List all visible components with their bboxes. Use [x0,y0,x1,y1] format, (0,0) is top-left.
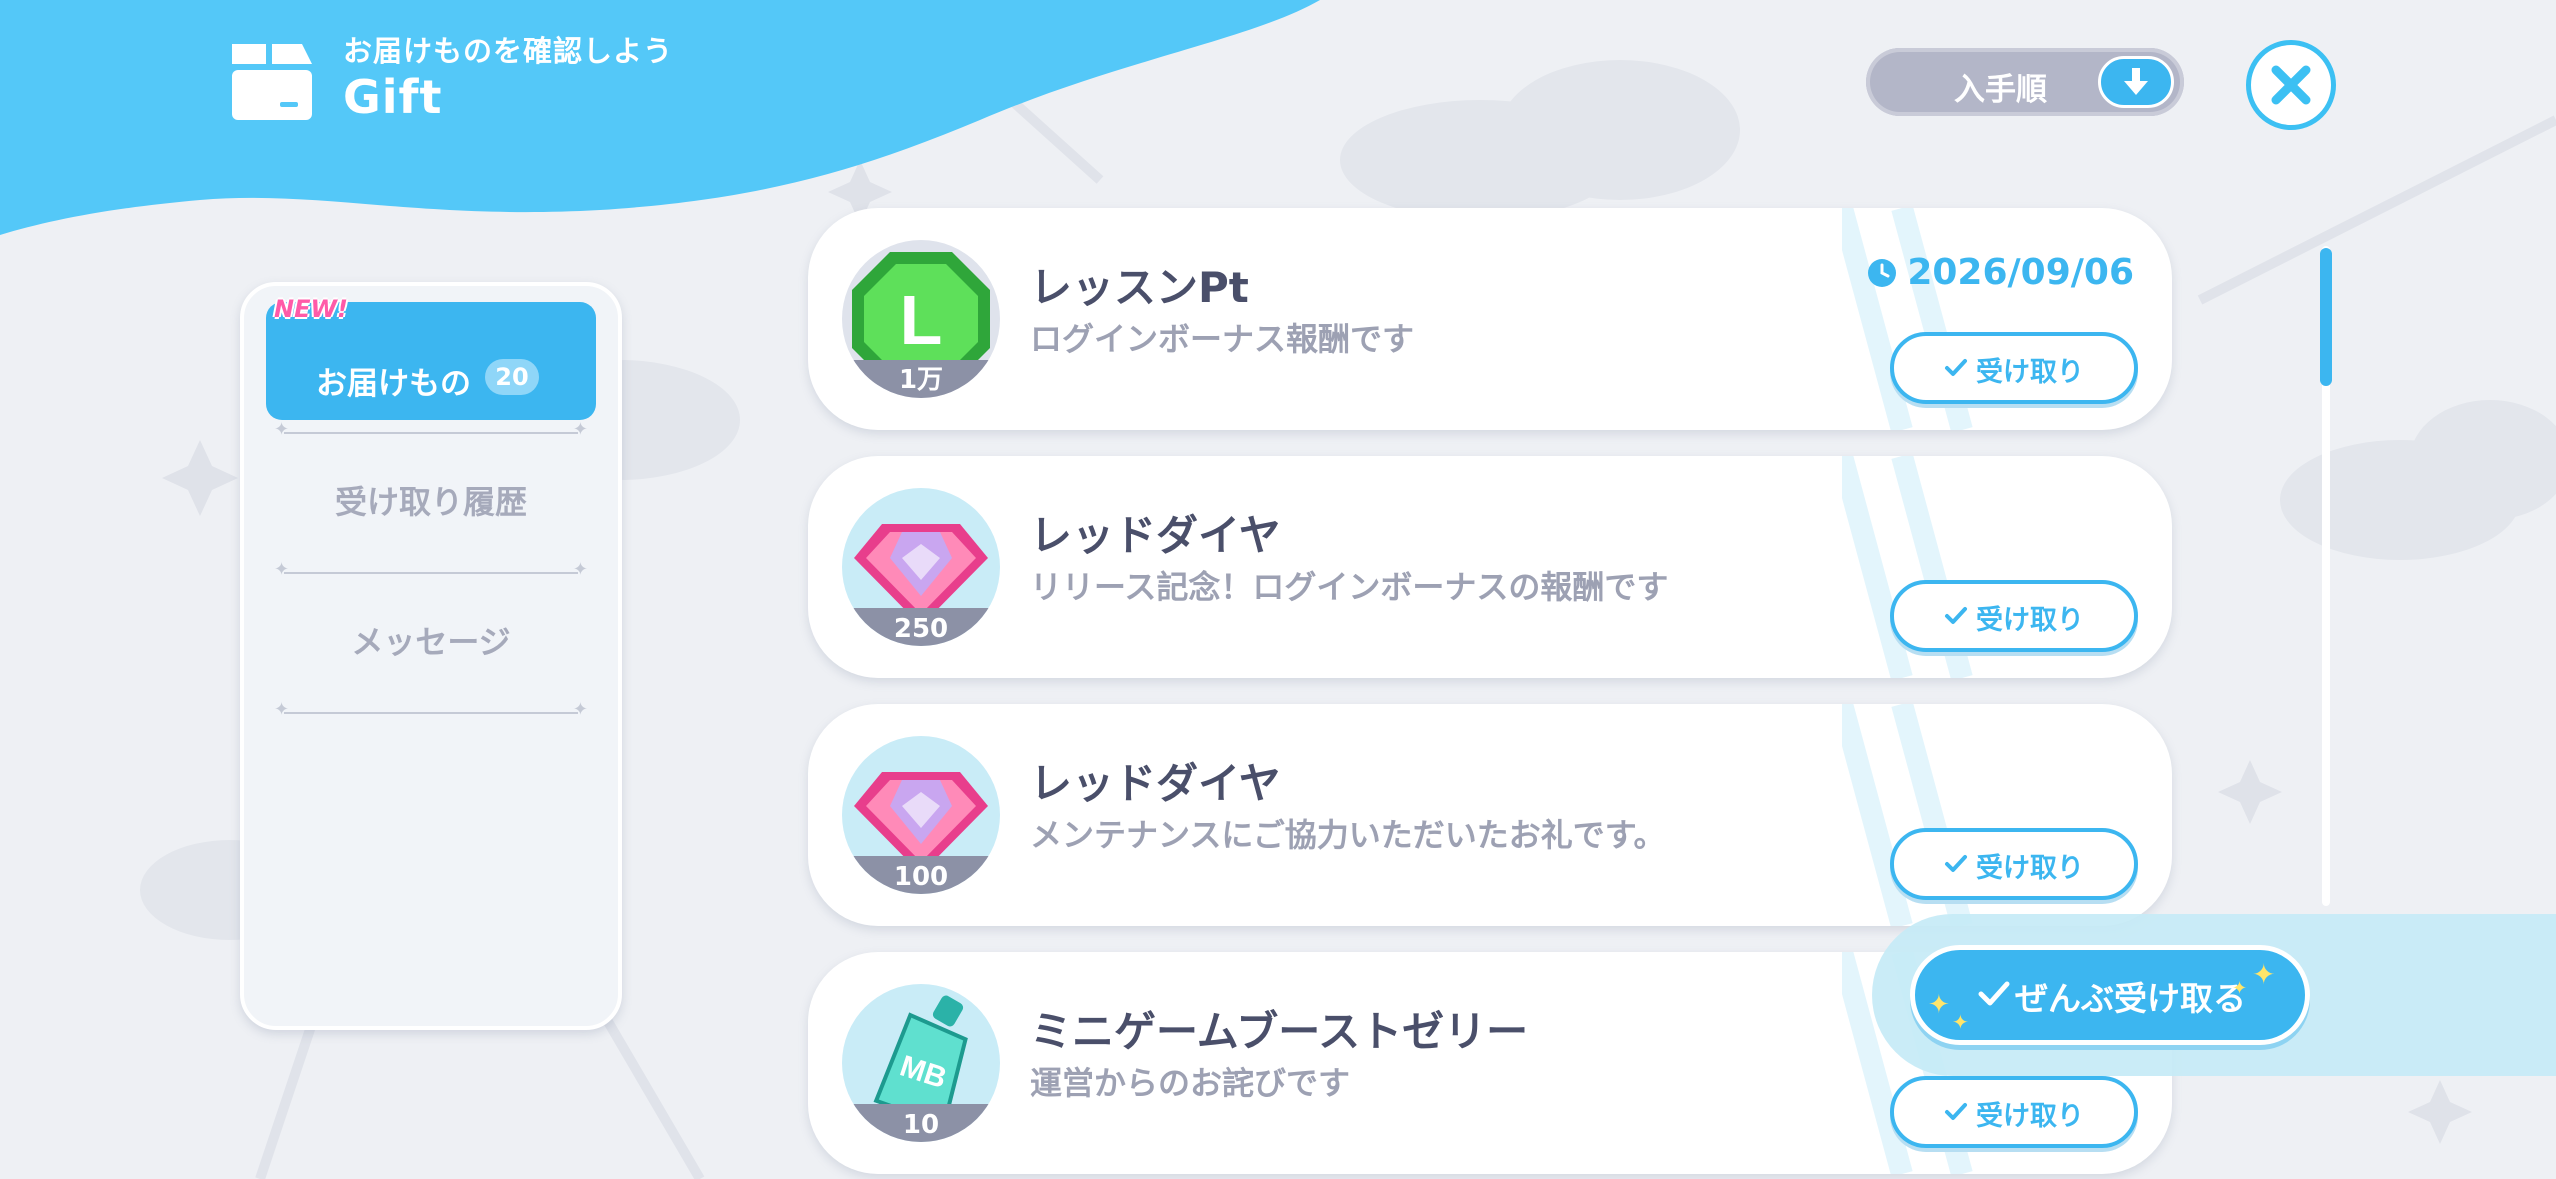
clock-icon [1868,259,1897,287]
expiry-date: 2026/09/06 [1868,252,2134,293]
svg-text:L: L [900,281,943,359]
item-description: ログインボーナス報酬です [1030,320,1415,358]
scrollbar-thumb[interactable] [2320,248,2332,386]
sparkle-icon: ✦ [1952,1010,1969,1034]
close-button[interactable] [2246,40,2336,130]
sort-order-label: 入手順 [1954,72,2047,108]
gift-list-item: 100 レッドダイヤ メンテナンスにご協力いただいたお礼です。 受け取り [808,704,2172,926]
claim-all-button[interactable]: ぜんぶ受け取る [1910,945,2310,1045]
item-quantity: 10 [902,1110,940,1140]
gift-box-icon [232,44,312,120]
gift-list-item: L 1万 レッスンPt ログインボーナス報酬です 2026/09/06 受け取り [808,208,2172,430]
page-title: Gift [343,70,443,124]
divider [274,559,588,580]
expiry-date-text: 2026/09/06 [1907,252,2134,293]
sort-order-button[interactable]: 入手順 [1866,48,2184,116]
receive-button-label: 受け取り [1976,605,2084,636]
sparkle-icon: ✦ [1928,990,1950,1020]
item-description: 運営からのお詫びです [1030,1064,1351,1102]
close-icon [2271,65,2311,105]
checkmark-icon [1945,359,1967,376]
item-name: レッスンPt [1030,263,1249,312]
checkmark-icon [1945,607,1967,624]
item-thumbnail: 100 [842,736,1000,894]
item-description: メンテナンスにご協力いただいたお礼です。 [1030,816,1666,854]
item-quantity: 250 [893,614,949,644]
receive-button-label: 受け取り [1976,357,2084,388]
receive-button[interactable]: 受け取り [1890,332,2138,404]
receive-button[interactable]: 受け取り [1890,580,2138,652]
tab-deliveries-label: お届けもの [316,366,471,402]
tab-deliveries-count-badge: 20 [485,359,539,395]
tab-messages[interactable]: メッセージ [244,602,618,682]
item-thumbnail: MB 10 [842,984,1000,1142]
checkmark-icon [1978,981,2010,1006]
checkmark-icon [1945,855,1967,872]
item-quantity: 1万 [898,365,944,395]
header-subtitle: お届けものを確認しよう [343,34,674,68]
category-sidebar: お届けもの 20 NEW! 受け取り履歴 メッセージ [240,282,622,1030]
receive-button-label: 受け取り [1976,1101,2084,1132]
sparkle-icon: ✦ [2252,958,2276,991]
arrow-down-icon [2124,68,2148,95]
checkmark-icon [1945,1103,1967,1120]
item-thumbnail: 250 [842,488,1000,646]
receive-button[interactable]: 受け取り [1890,828,2138,900]
item-name: レッドダイヤ [1030,511,1281,560]
divider [274,699,588,720]
gift-list-item: 250 レッドダイヤ リリース記念！ログインボーナスの報酬です 受け取り [808,456,2172,678]
receive-button[interactable]: 受け取り [1890,1076,2138,1148]
receive-button-label: 受け取り [1976,853,2084,884]
item-quantity: 100 [893,862,949,892]
tab-receive-history[interactable]: 受け取り履歴 [244,462,618,542]
new-badge: NEW! [274,295,348,323]
item-description: リリース記念！ログインボーナスの報酬です [1030,568,1669,606]
sparkle-icon: ✦ [2232,978,2248,999]
item-name: レッドダイヤ [1030,759,1281,808]
item-name: ミニゲームブーストゼリー [1030,1007,1529,1056]
divider [274,419,588,440]
item-thumbnail: L 1万 [842,240,1000,398]
claim-all-label: ぜんぶ受け取る [2015,979,2246,1018]
sort-direction-toggle[interactable] [2098,56,2174,108]
